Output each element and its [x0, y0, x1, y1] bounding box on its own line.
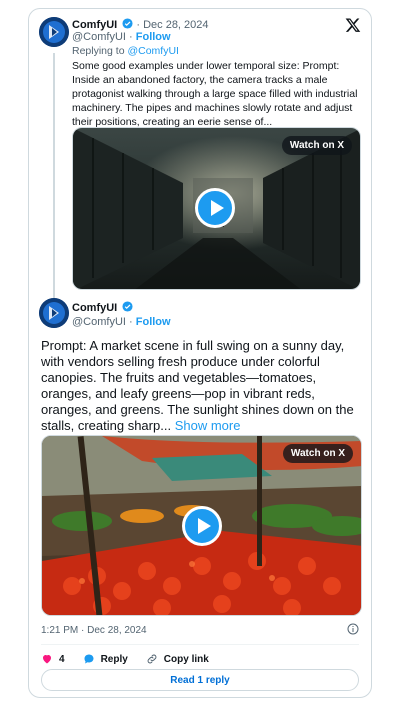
reply-tweet-text: Some good examples under lower temporal … — [72, 60, 358, 128]
market-video[interactable]: Watch on X — [41, 435, 362, 616]
main-tweet-header: ComfyUI — [72, 301, 133, 315]
tweet-embed-card: ComfyUI · Dec 28, 2024 @ComfyUI · Follow… — [28, 8, 372, 698]
reply-label: Reply — [100, 653, 128, 665]
factory-video[interactable]: Watch on X — [72, 127, 361, 290]
handle[interactable]: @ComfyUI — [72, 316, 126, 328]
copy-link-button[interactable]: Copy link — [146, 653, 209, 665]
verified-badge-icon — [122, 301, 133, 312]
tweet-date[interactable]: · Dec 28, 2024 — [136, 19, 208, 31]
show-more-link[interactable]: Show more — [175, 418, 241, 433]
display-name[interactable]: ComfyUI — [72, 19, 117, 31]
reply-icon — [84, 654, 94, 664]
thread-connector — [53, 53, 55, 299]
heart-icon — [43, 655, 51, 664]
watch-on-x-badge[interactable]: Watch on X — [281, 136, 352, 155]
divider — [41, 644, 359, 645]
follow-button[interactable]: Follow — [136, 31, 171, 43]
main-tweet-text-block: Prompt: A market scene in full swing on … — [41, 338, 363, 434]
reply-tweet-handle-row: @ComfyUI · Follow — [72, 31, 171, 43]
main-tweet-handle-row: @ComfyUI · Follow — [72, 316, 171, 328]
replying-to-handle[interactable]: @ComfyUI — [127, 45, 179, 57]
reply-tweet-header: ComfyUI · Dec 28, 2024 — [72, 18, 209, 32]
replying-to: Replying to @ComfyUI — [72, 45, 179, 57]
avatar[interactable] — [39, 17, 69, 47]
like-button[interactable]: 4 — [41, 653, 65, 665]
play-icon[interactable] — [195, 188, 235, 228]
watch-on-x-badge[interactable]: Watch on X — [282, 444, 353, 463]
handle[interactable]: @ComfyUI — [72, 31, 126, 43]
read-replies-button[interactable]: Read 1 reply — [41, 669, 359, 691]
verified-badge-icon — [122, 18, 133, 29]
display-name[interactable]: ComfyUI — [72, 302, 117, 314]
tweet-timestamp[interactable]: 1:21 PM · Dec 28, 2024 — [41, 625, 147, 636]
reply-button[interactable]: Reply — [83, 653, 128, 665]
x-logo-icon[interactable] — [345, 17, 361, 33]
link-icon — [147, 654, 157, 664]
replying-to-label: Replying to — [72, 45, 128, 57]
copy-link-label: Copy link — [163, 653, 209, 665]
play-icon[interactable] — [182, 506, 222, 546]
like-count: 4 — [59, 653, 65, 665]
action-bar: 4 Reply Copy link — [41, 649, 209, 669]
avatar[interactable] — [39, 298, 69, 328]
info-icon[interactable] — [347, 623, 359, 635]
follow-button[interactable]: Follow — [136, 316, 171, 328]
